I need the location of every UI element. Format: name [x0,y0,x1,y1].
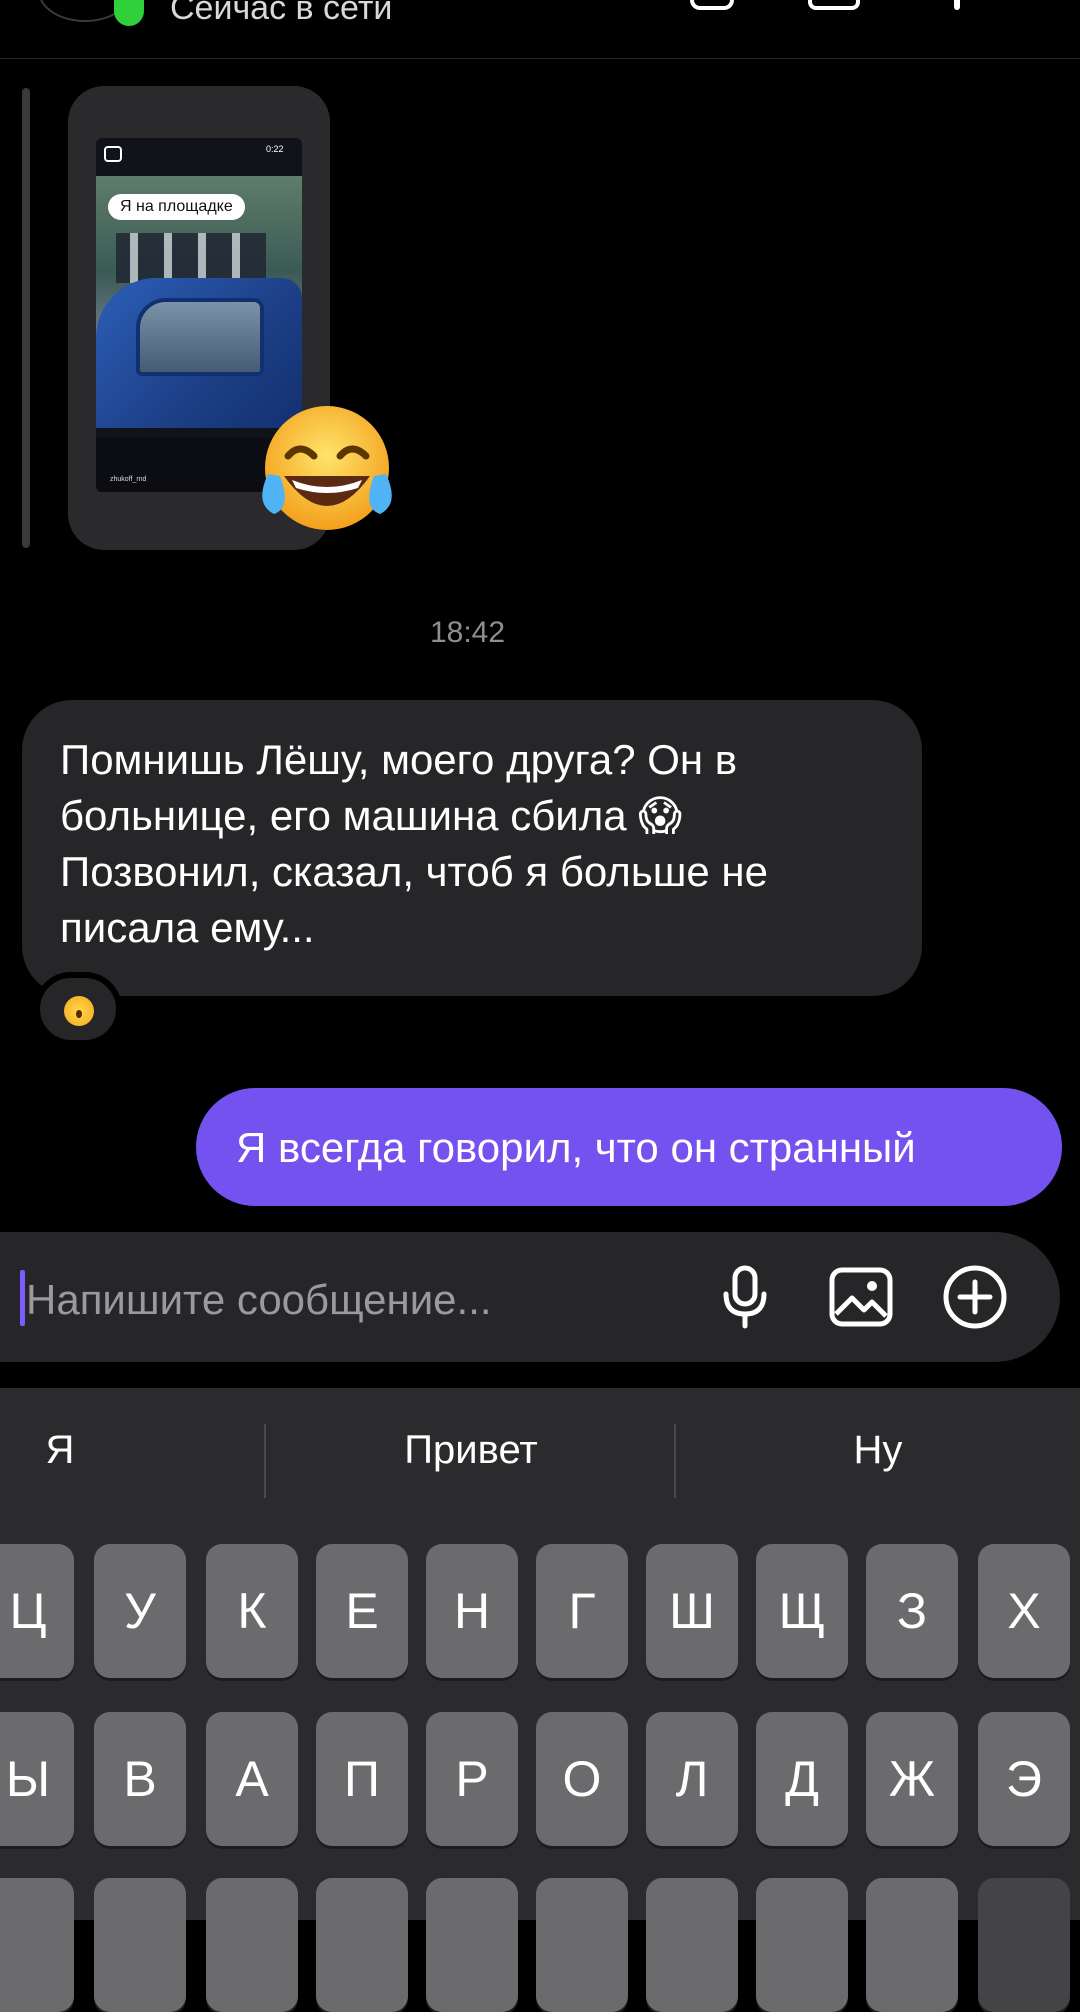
reply-indicator-bar [22,88,30,548]
key[interactable]: Р [426,1712,518,1846]
more-options-icon[interactable] [954,0,960,10]
reel-author: zhukoff_rnd [110,476,147,483]
microphone-icon[interactable] [720,1264,770,1330]
key[interactable] [94,1878,186,2012]
key[interactable]: Л [646,1712,738,1846]
key[interactable] [646,1878,738,2012]
reels-icon [104,146,122,162]
key[interactable] [536,1878,628,2012]
key[interactable]: Ц [0,1544,74,1678]
key[interactable] [316,1878,408,2012]
key[interactable] [866,1878,958,2012]
outgoing-message-text: Я всегда говорил, что он странный [236,1124,916,1171]
key[interactable] [756,1878,848,2012]
message-timestamp: 18:42 [429,616,506,649]
key[interactable]: Щ [756,1544,848,1678]
image-icon[interactable] [828,1266,894,1328]
reel-duration: 0:22 [266,144,284,154]
key[interactable]: К [206,1544,298,1678]
key[interactable] [426,1878,518,2012]
key[interactable]: Н [426,1544,518,1678]
key[interactable]: З [866,1544,958,1678]
incoming-message-text: Помнишь Лёшу, моего друга? Он в больнице… [60,736,768,951]
key[interactable]: У [94,1544,186,1678]
key[interactable] [206,1878,298,2012]
chat-header [0,0,1080,59]
key[interactable]: Э [978,1712,1070,1846]
key[interactable] [0,1878,74,2012]
plus-circle-icon[interactable] [942,1264,1008,1330]
key[interactable]: Д [756,1712,848,1846]
key[interactable]: О [536,1712,628,1846]
key[interactable]: Е [316,1544,408,1678]
video-call-icon[interactable] [808,0,860,10]
key[interactable]: Ш [646,1544,738,1678]
text-caret [20,1270,25,1326]
tears-of-joy-emoji-icon [262,406,392,530]
surprised-emoji-icon [64,996,94,1026]
suggestion-3[interactable]: Ну [676,1410,1080,1490]
call-icon[interactable] [690,0,734,10]
key[interactable]: А [206,1712,298,1846]
key[interactable]: Ж [866,1712,958,1846]
backspace-key[interactable] [978,1878,1070,2012]
online-status-text: Сейчас в сети [170,0,393,27]
suggestion-2[interactable]: Привет [266,1410,676,1490]
message-input[interactable] [26,1272,686,1328]
key[interactable]: Ы [0,1712,74,1846]
key[interactable]: П [316,1712,408,1846]
message-reaction[interactable] [34,972,122,1046]
key[interactable]: Х [978,1544,1070,1678]
key[interactable]: Г [536,1544,628,1678]
key[interactable]: В [94,1712,186,1846]
suggestion-1[interactable]: Я [0,1410,120,1490]
reel-caption: Я на площадке [108,194,245,220]
